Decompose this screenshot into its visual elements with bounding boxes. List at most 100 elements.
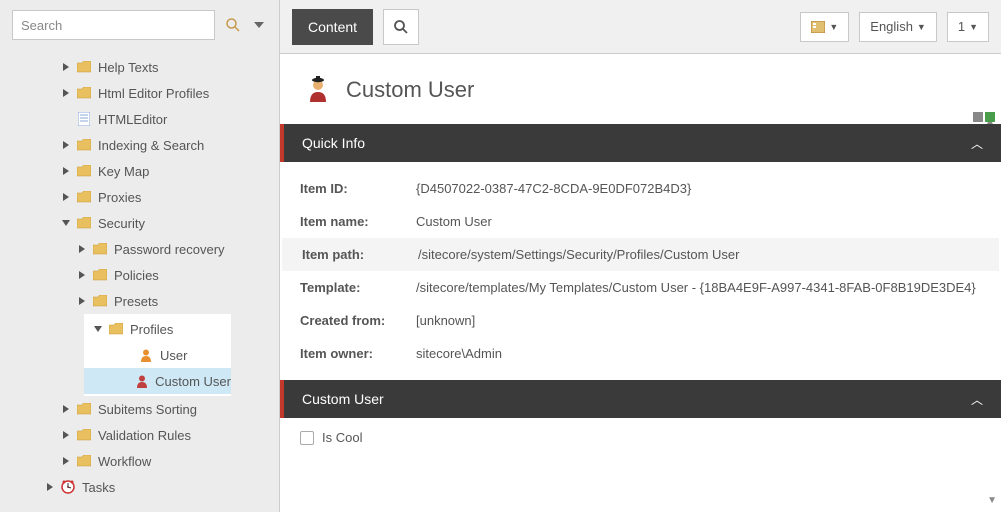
tree-item-label: Profiles bbox=[130, 322, 173, 337]
tree-item[interactable]: Custom User bbox=[84, 368, 231, 394]
tree-item-label: Key Map bbox=[98, 164, 149, 179]
tree-expander[interactable] bbox=[60, 405, 72, 413]
tree-expander[interactable] bbox=[76, 271, 88, 279]
is-cool-checkbox[interactable] bbox=[300, 431, 314, 445]
page-title: Custom User bbox=[346, 77, 474, 103]
tree-item-label: Help Texts bbox=[98, 60, 158, 75]
section-custom-user-header[interactable]: Custom User ︿ bbox=[280, 380, 1001, 418]
ribbon-bar: Content ▼ English ▼ 1 ▼ bbox=[280, 0, 1001, 54]
tree-expander[interactable] bbox=[76, 245, 88, 253]
tree-item-label: Custom User bbox=[155, 374, 231, 389]
chevron-up-icon: ︿ bbox=[971, 135, 983, 152]
tree-item-label: Proxies bbox=[98, 190, 141, 205]
info-value: Custom User bbox=[416, 214, 981, 229]
tree-item[interactable]: Key Map bbox=[0, 158, 279, 184]
folder-icon bbox=[76, 163, 92, 179]
tree-item-label: Policies bbox=[114, 268, 159, 283]
tree-item-label: Presets bbox=[114, 294, 158, 309]
tree-expander[interactable] bbox=[92, 325, 104, 333]
folder-icon bbox=[76, 401, 92, 417]
tree-item[interactable]: Help Texts bbox=[0, 54, 279, 80]
tree-item-label: Security bbox=[98, 216, 145, 231]
field-is-cool: Is Cool bbox=[280, 418, 1001, 457]
tree-item[interactable]: Workflow bbox=[0, 448, 279, 474]
info-row: Item owner:sitecore\Admin bbox=[280, 337, 1001, 370]
info-value: sitecore\Admin bbox=[416, 346, 981, 361]
tree-item[interactable]: Html Editor Profiles bbox=[0, 80, 279, 106]
tree-item[interactable]: Presets bbox=[0, 288, 279, 314]
item-title-row: Custom User bbox=[280, 54, 1001, 124]
folder-icon bbox=[76, 137, 92, 153]
tree-item[interactable]: Policies bbox=[0, 262, 279, 288]
view-icon bbox=[811, 21, 825, 33]
language-label: English bbox=[870, 19, 913, 34]
version-label: 1 bbox=[958, 19, 965, 34]
info-key: Template: bbox=[300, 280, 416, 295]
scroll-down-icon[interactable]: ▼ bbox=[987, 495, 997, 506]
tree-item-label: HTMLEditor bbox=[98, 112, 167, 127]
chevron-down-icon: ▼ bbox=[917, 22, 926, 32]
tree-item[interactable]: Proxies bbox=[0, 184, 279, 210]
tree-expander[interactable] bbox=[60, 457, 72, 465]
validation-markers bbox=[973, 112, 995, 122]
content-tree: Help Texts Html Editor Profiles HTMLEditor… bbox=[0, 50, 279, 512]
info-row: Item ID:{D4507022-0387-47C2-8CDA-9E0DF07… bbox=[280, 172, 1001, 205]
folder-icon bbox=[76, 59, 92, 75]
clock-icon bbox=[60, 479, 76, 495]
tree-item[interactable]: User bbox=[84, 342, 231, 368]
search-placeholder: Search bbox=[21, 18, 62, 33]
tree-item-label: Html Editor Profiles bbox=[98, 86, 209, 101]
folder-icon bbox=[92, 267, 108, 283]
info-row: Created from:[unknown] bbox=[280, 304, 1001, 337]
tree-expander[interactable] bbox=[60, 63, 72, 71]
tree-expander[interactable] bbox=[60, 219, 72, 227]
info-value: [unknown] bbox=[416, 313, 981, 328]
right-panel: Content ▼ English ▼ 1 ▼ ▲ bbox=[280, 0, 1001, 512]
info-key: Item name: bbox=[300, 214, 416, 229]
tree-item-label: Password recovery bbox=[114, 242, 225, 257]
info-row: Item path:/sitecore/system/Settings/Secu… bbox=[282, 238, 999, 271]
tree-item[interactable]: Tasks bbox=[0, 474, 279, 500]
tree-expander[interactable] bbox=[44, 483, 56, 491]
tree-item[interactable]: Security bbox=[0, 210, 279, 236]
tree-expander[interactable] bbox=[60, 431, 72, 439]
field-label: Is Cool bbox=[322, 430, 362, 445]
tree-expander[interactable] bbox=[60, 193, 72, 201]
tree-item[interactable]: Validation Rules bbox=[0, 422, 279, 448]
marker-grey[interactable] bbox=[973, 112, 983, 122]
search-icon[interactable] bbox=[223, 15, 243, 35]
tree-profiles-box: Profiles User Custom User bbox=[84, 314, 231, 396]
version-selector[interactable]: 1 ▼ bbox=[947, 12, 989, 42]
tree-item[interactable]: Subitems Sorting bbox=[0, 396, 279, 422]
info-key: Item ID: bbox=[300, 181, 416, 196]
tree-item[interactable]: Password recovery bbox=[0, 236, 279, 262]
tree-item[interactable]: HTMLEditor bbox=[0, 106, 279, 132]
tab-content[interactable]: Content bbox=[292, 9, 373, 45]
app-root: Search Help Texts Html Editor Profiles HTM… bbox=[0, 0, 1001, 512]
search-options-dropdown[interactable] bbox=[251, 17, 267, 33]
info-row: Template:/sitecore/templates/My Template… bbox=[280, 271, 1001, 304]
language-selector[interactable]: English ▼ bbox=[859, 12, 937, 42]
info-key: Created from: bbox=[300, 313, 416, 328]
info-row: Item name:Custom User bbox=[280, 205, 1001, 238]
ribbon-search-button[interactable] bbox=[383, 9, 419, 45]
info-key: Item owner: bbox=[300, 346, 416, 361]
info-value: /sitecore/system/Settings/Security/Profi… bbox=[418, 247, 979, 262]
tree-item[interactable]: Profiles bbox=[84, 316, 231, 342]
content-area: ▲ Custom User Quick Info ︿ Item ID:{D450… bbox=[280, 54, 1001, 512]
item-icon bbox=[304, 76, 332, 104]
tree-expander[interactable] bbox=[60, 167, 72, 175]
section-title: Custom User bbox=[302, 391, 384, 407]
tree-expander[interactable] bbox=[60, 141, 72, 149]
tree-expander[interactable] bbox=[60, 89, 72, 97]
folder-icon bbox=[92, 293, 108, 309]
search-input[interactable]: Search bbox=[12, 10, 215, 40]
tree-item[interactable]: Indexing & Search bbox=[0, 132, 279, 158]
section-quick-info-header[interactable]: Quick Info ︿ bbox=[280, 124, 1001, 162]
quick-info-table: Item ID:{D4507022-0387-47C2-8CDA-9E0DF07… bbox=[280, 162, 1001, 380]
marker-green[interactable] bbox=[985, 112, 995, 122]
section-title: Quick Info bbox=[302, 135, 365, 151]
folder-icon bbox=[76, 189, 92, 205]
tree-expander[interactable] bbox=[76, 297, 88, 305]
view-mode-selector[interactable]: ▼ bbox=[800, 12, 849, 42]
